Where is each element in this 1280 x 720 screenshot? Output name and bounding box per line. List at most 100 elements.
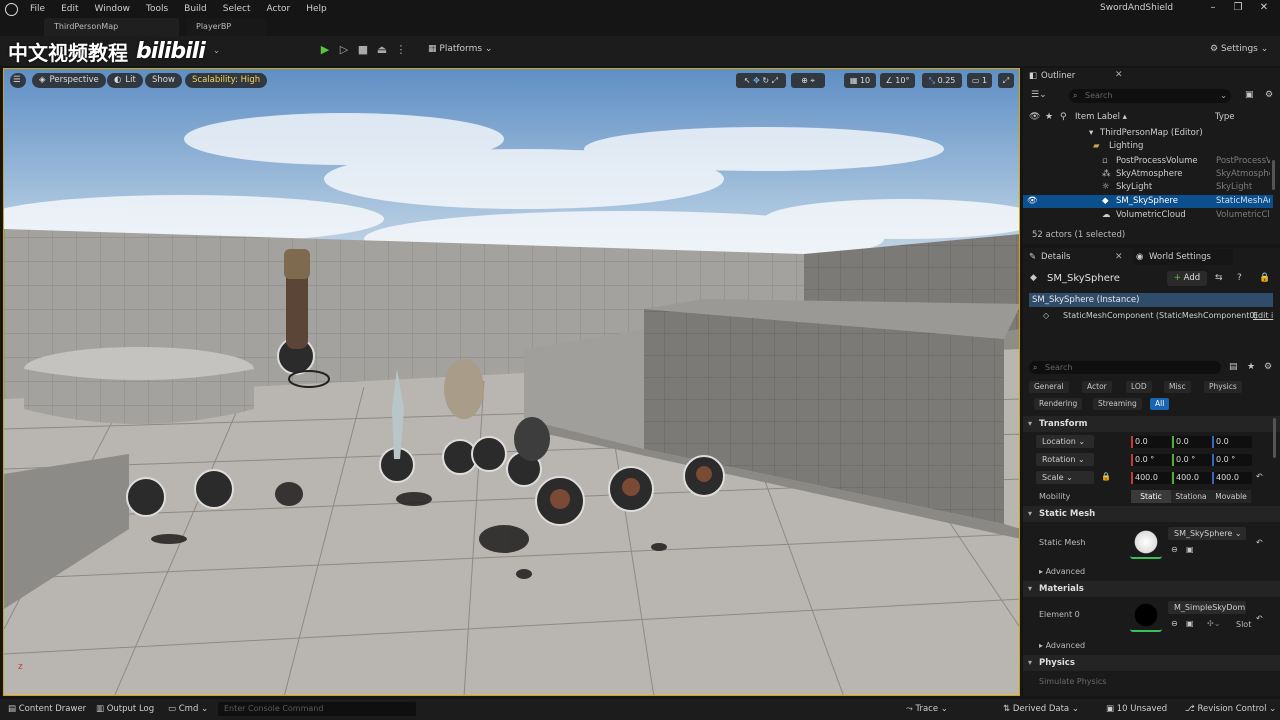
column-type[interactable]: Type: [1215, 112, 1235, 122]
perspective-button[interactable]: ◈ Perspective: [32, 73, 106, 88]
outliner-row-map[interactable]: ▾ ThirdPersonMap (Editor): [1023, 127, 1270, 140]
use-selected-icon[interactable]: ⊖: [1171, 619, 1178, 628]
filter-rendering[interactable]: Rendering: [1034, 398, 1083, 410]
mobility-stationary[interactable]: Stationa: [1171, 490, 1211, 503]
component-row[interactable]: ◇ StaticMeshComponent (StaticMeshCompone…: [1029, 309, 1279, 323]
tab-world-settings[interactable]: ◉ World Settings: [1133, 249, 1233, 265]
menu-help[interactable]: Help: [298, 0, 335, 18]
browse-icon[interactable]: ▣: [1186, 619, 1194, 628]
add-component-button[interactable]: + Add: [1167, 271, 1207, 286]
minimize-icon[interactable]: –: [1206, 2, 1220, 16]
gear-icon[interactable]: ⚙: [1265, 90, 1273, 100]
location-x-input[interactable]: 0.0: [1131, 436, 1171, 448]
settings-button[interactable]: ⚙ Settings ⌄: [1210, 44, 1268, 54]
physics-section-header[interactable]: Physics: [1023, 655, 1280, 671]
browse-icon[interactable]: ▣: [1186, 545, 1194, 554]
star-icon[interactable]: ★: [1045, 112, 1053, 122]
unsaved-button[interactable]: ▣ 10 Unsaved: [1106, 704, 1167, 714]
rotation-y-input[interactable]: 0.0 °: [1172, 454, 1212, 466]
rotation-snap-button[interactable]: ∠ 10°: [880, 73, 915, 88]
show-button[interactable]: Show: [145, 73, 182, 88]
step-icon[interactable]: ▷: [337, 43, 351, 57]
outliner-row-lighting[interactable]: ▰ Lighting: [1023, 140, 1270, 153]
location-z-input[interactable]: 0.0: [1212, 436, 1252, 448]
use-selected-icon[interactable]: ⊖: [1171, 545, 1178, 554]
filter-all[interactable]: All: [1150, 398, 1170, 410]
blueprint-icon[interactable]: ⇆: [1215, 273, 1223, 283]
maximize-viewport-icon[interactable]: ⤢: [998, 73, 1014, 88]
filter-physics[interactable]: Physics: [1204, 381, 1242, 393]
filter-misc[interactable]: Misc: [1164, 381, 1191, 393]
outliner-search-input[interactable]: ⌕ Search ⌄: [1069, 89, 1231, 103]
unreal-logo-icon[interactable]: [0, 0, 22, 18]
content-drawer-button[interactable]: ▤ Content Drawer: [8, 704, 86, 714]
table-view-icon[interactable]: ▤: [1229, 362, 1238, 372]
rotation-x-input[interactable]: 0.0 °: [1131, 454, 1171, 466]
component-instance-row[interactable]: SM_SkySphere (Instance): [1029, 293, 1273, 307]
close-icon[interactable]: ✕: [1115, 252, 1123, 262]
scale-dropdown[interactable]: Scale ⌄: [1036, 471, 1094, 484]
console-command-input[interactable]: Enter Console Command: [218, 702, 416, 716]
tab-player-bp[interactable]: PlayerBP: [186, 18, 266, 36]
pin-icon[interactable]: ⚲: [1060, 112, 1067, 122]
mobility-static[interactable]: Static: [1131, 490, 1171, 503]
menu-actor[interactable]: Actor: [259, 0, 299, 18]
outliner-row-skysphere[interactable]: 👁 ◆ SM_SkySphere StaticMeshActor: [1023, 195, 1273, 208]
outliner-scrollbar[interactable]: [1272, 160, 1275, 190]
filter-actor[interactable]: Actor: [1082, 381, 1112, 393]
static-mesh-advanced[interactable]: ▸ Advanced: [1039, 567, 1085, 576]
close-icon[interactable]: ✕: [1115, 70, 1123, 80]
visibility-icon[interactable]: 👁: [1029, 112, 1040, 122]
grid-snap-button[interactable]: ▦ 10: [844, 73, 876, 88]
menu-build[interactable]: Build: [176, 0, 215, 18]
folder-add-icon[interactable]: ▣: [1245, 90, 1254, 100]
viewport-menu-button[interactable]: ☰: [10, 73, 26, 88]
edit-link[interactable]: Edit i: [1253, 309, 1273, 323]
menu-window[interactable]: Window: [87, 0, 139, 18]
menu-edit[interactable]: Edit: [53, 0, 86, 18]
output-log-button[interactable]: ▥ Output Log: [96, 704, 154, 714]
materials-section-header[interactable]: Materials: [1023, 581, 1280, 597]
outliner-row-volumetriccloud[interactable]: ☁ VolumetricCloud VolumetricCloud: [1023, 209, 1270, 222]
rotation-dropdown[interactable]: Rotation ⌄: [1036, 453, 1094, 466]
details-scrollbar[interactable]: [1273, 418, 1276, 458]
level-viewport[interactable]: z ☰ ◈ Perspective ◐ Lit Show Scalability: …: [3, 68, 1020, 696]
mobility-movable[interactable]: Movable: [1211, 490, 1251, 503]
transform-section-header[interactable]: Transform: [1023, 416, 1280, 432]
star-icon[interactable]: ★: [1247, 362, 1255, 372]
location-dropdown[interactable]: Location ⌄: [1036, 435, 1094, 448]
lock-icon[interactable]: 🔒: [1101, 472, 1111, 481]
outliner-row-skylight[interactable]: ☼ SkyLight SkyLight: [1023, 181, 1270, 194]
eject-icon[interactable]: ⏏: [375, 43, 389, 57]
static-mesh-thumbnail[interactable]: [1130, 527, 1162, 559]
filter-general[interactable]: General: [1029, 381, 1069, 393]
location-y-input[interactable]: 0.0: [1172, 436, 1212, 448]
reset-icon[interactable]: ↶: [1256, 614, 1263, 623]
platforms-button[interactable]: ▦ Platforms ⌄: [428, 44, 492, 54]
maximize-icon[interactable]: ❐: [1231, 2, 1245, 16]
material-picker[interactable]: M_SimpleSkyDom: [1168, 601, 1246, 614]
lock-icon[interactable]: 🔒: [1259, 273, 1270, 283]
tab-outliner[interactable]: ◧ Outliner: [1025, 68, 1145, 84]
revision-control-button[interactable]: ⎇ Revision Control ⌄: [1185, 704, 1276, 714]
filter-icon[interactable]: ☰⌄: [1031, 90, 1047, 100]
outliner-row-postprocess[interactable]: ▫ PostProcessVolume PostProcessVolume: [1023, 155, 1270, 168]
details-search-input[interactable]: ⌕ Search: [1029, 361, 1221, 374]
transform-tools[interactable]: ↖ ✥ ↻ ⤢: [736, 73, 786, 88]
static-mesh-picker[interactable]: SM_SkySphere ⌄: [1168, 527, 1246, 540]
coord-space-tools[interactable]: ⊕ ⌖: [791, 73, 825, 88]
reset-icon[interactable]: ↶: [1256, 538, 1263, 547]
tab-third-person-map[interactable]: ThirdPersonMap: [44, 18, 179, 36]
tab-details[interactable]: ✎ Details: [1025, 249, 1125, 265]
cmd-dropdown[interactable]: ▭ Cmd ⌄: [168, 704, 208, 714]
scale-z-input[interactable]: 400.0: [1212, 472, 1252, 484]
scalability-button[interactable]: Scalability: High: [185, 73, 268, 88]
reset-icon[interactable]: ↶: [1256, 472, 1263, 481]
gear-icon[interactable]: ⚙: [1264, 362, 1272, 372]
scale-snap-button[interactable]: ⤡ 0.25: [922, 73, 962, 88]
camera-speed-button[interactable]: ▭ 1: [967, 73, 992, 88]
outliner-row-skyatmosphere[interactable]: ⁂ SkyAtmosphere SkyAtmosphere: [1023, 168, 1270, 181]
filter-lod[interactable]: LOD: [1126, 381, 1152, 393]
more-options-icon[interactable]: ⋮: [394, 43, 408, 57]
menu-select[interactable]: Select: [215, 0, 259, 18]
